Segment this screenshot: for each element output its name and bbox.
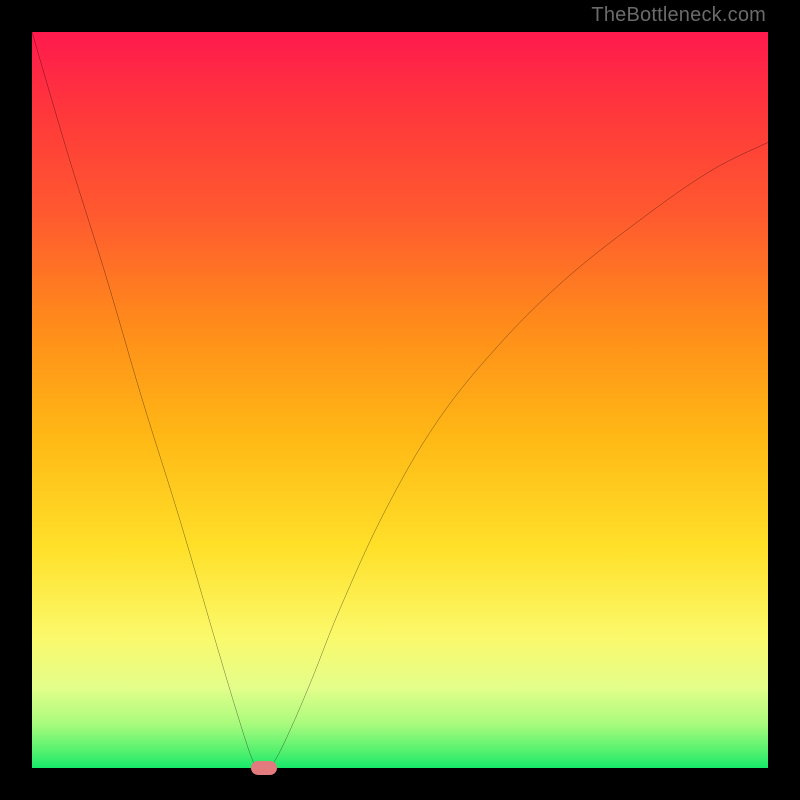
balance-point-marker [251, 761, 277, 775]
bottleneck-curve [32, 32, 768, 768]
watermark-text: TheBottleneck.com [591, 4, 766, 27]
chart-plot-area [32, 32, 768, 768]
